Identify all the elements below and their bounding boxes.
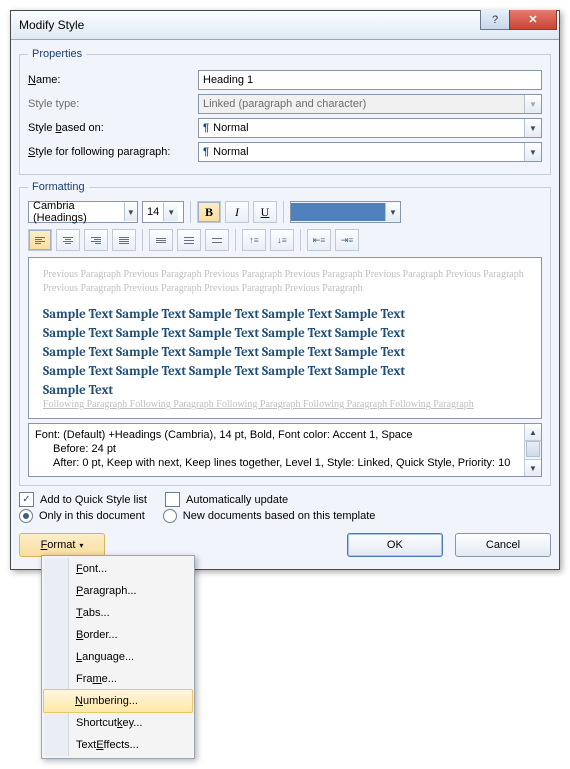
scroll-thumb[interactable] — [526, 441, 540, 457]
scroll-up-icon[interactable]: ▲ — [525, 424, 541, 441]
line-spacing-1-button[interactable] — [149, 229, 173, 251]
ok-button[interactable]: OK — [347, 533, 443, 557]
titlebar: Modify Style ? ✕ — [11, 11, 559, 40]
line-spacing-15-button[interactable] — [177, 229, 201, 251]
font-size-value: 14 — [143, 206, 163, 218]
based-on-combo[interactable]: ¶ Normal ▼ — [198, 118, 542, 138]
space-before-inc-button[interactable]: ↑≡ — [242, 229, 266, 251]
auto-update-checkbox[interactable] — [165, 492, 180, 507]
titlebar-buttons: ? ✕ — [481, 10, 557, 30]
font-name-combo[interactable]: Cambria (Headings) ▼ — [28, 201, 138, 223]
name-label: Name: — [28, 74, 198, 86]
preview-sample-line: Sample Text Sample Text Sample Text Samp… — [43, 325, 527, 342]
preview-previous-text: Previous Paragraph Previous Paragraph Pr… — [43, 268, 527, 296]
chevron-down-icon[interactable]: ▼ — [524, 119, 541, 137]
scrollbar[interactable]: ▲ ▼ — [524, 424, 541, 476]
chevron-down-icon[interactable]: ▼ — [385, 203, 400, 221]
space-before-dec-button[interactable]: ↓≡ — [270, 229, 294, 251]
font-size-combo[interactable]: 14 ▼ — [142, 201, 184, 223]
separator — [190, 201, 191, 223]
format-button-label: Format — [41, 539, 76, 551]
description-line: Before: 24 pt — [35, 442, 518, 456]
separator — [283, 201, 284, 223]
pilcrow-icon: ¶ — [203, 146, 209, 158]
preview-sample-line: Sample Text — [43, 382, 527, 399]
align-center-button[interactable] — [56, 229, 80, 251]
align-justify-button[interactable] — [112, 229, 136, 251]
menu-item-frame[interactable]: Frame... — [44, 668, 192, 690]
chevron-down-icon[interactable]: ▼ — [163, 203, 178, 221]
menu-item-border[interactable]: Border... — [44, 624, 192, 646]
separator — [235, 229, 236, 251]
name-input[interactable] — [198, 70, 542, 90]
align-right-button[interactable] — [84, 229, 108, 251]
decrease-indent-button[interactable]: ⇤≡ — [307, 229, 331, 251]
font-color-combo[interactable]: ▼ — [290, 201, 401, 223]
preview-sample-line: Sample Text Sample Text Sample Text Samp… — [43, 363, 527, 380]
increase-indent-button[interactable]: ⇥≡ — [335, 229, 359, 251]
new-documents-radio[interactable] — [163, 509, 177, 523]
description-line: After: 0 pt, Keep with next, Keep lines … — [35, 456, 518, 470]
menu-item-language[interactable]: Language... — [44, 646, 192, 668]
scroll-down-icon[interactable]: ▼ — [525, 459, 541, 476]
menu-item-font[interactable]: Font... — [44, 558, 192, 580]
help-button[interactable]: ? — [480, 10, 510, 30]
line-spacing-2-button[interactable] — [205, 229, 229, 251]
cancel-button[interactable]: Cancel — [455, 533, 551, 557]
close-button[interactable]: ✕ — [509, 10, 557, 30]
menu-item-text-effects[interactable]: Text Effects... — [44, 734, 192, 756]
modify-style-dialog: Modify Style ? ✕ Properties Name: Style … — [10, 10, 560, 570]
properties-legend: Properties — [28, 48, 86, 60]
properties-group: Properties Name: Style type: Linked (par… — [19, 48, 551, 175]
description-line: Font: (Default) +Headings (Cambria), 14 … — [35, 428, 518, 442]
preview-pane: Previous Paragraph Previous Paragraph Pr… — [28, 257, 542, 419]
auto-update-label: Automatically update — [186, 494, 288, 506]
chevron-down-icon[interactable]: ▼ — [524, 143, 541, 161]
pilcrow-icon: ¶ — [203, 122, 209, 134]
format-menu: Font... Paragraph... Tabs... Border... L… — [41, 555, 195, 759]
align-left-button[interactable] — [28, 229, 52, 251]
font-name-value: Cambria (Headings) — [29, 200, 124, 224]
underline-button[interactable]: U — [253, 201, 277, 223]
style-type-label: Style type: — [28, 98, 198, 110]
following-combo[interactable]: ¶ Normal ▼ — [198, 142, 542, 162]
chevron-down-icon: ▼ — [524, 95, 541, 113]
only-this-document-radio[interactable] — [19, 509, 33, 523]
following-label: Style for following paragraph: — [28, 146, 198, 158]
new-documents-label: New documents based on this template — [183, 510, 376, 522]
format-button[interactable]: Format▾ — [19, 533, 105, 557]
menu-item-numbering[interactable]: Numbering... — [43, 689, 193, 713]
add-quick-style-checkbox[interactable]: ✓ — [19, 492, 34, 507]
dialog-client: Properties Name: Style type: Linked (par… — [11, 40, 559, 569]
preview-sample-line: Sample Text Sample Text Sample Text Samp… — [43, 306, 527, 323]
separator — [300, 229, 301, 251]
based-on-value: Normal — [213, 122, 248, 134]
style-type-value: Linked (paragraph and character) — [199, 98, 524, 110]
italic-button[interactable]: I — [225, 201, 249, 223]
preview-following-text: Following Paragraph Following Paragraph … — [43, 399, 527, 410]
formatting-legend: Formatting — [28, 181, 89, 193]
based-on-label: Style based on: — [28, 122, 198, 134]
only-this-document-label: Only in this document — [39, 510, 145, 522]
following-value: Normal — [213, 146, 248, 158]
scroll-track[interactable] — [525, 441, 541, 459]
formatting-group: Formatting Cambria (Headings) ▼ 14 ▼ B I… — [19, 181, 551, 486]
bold-button[interactable]: B — [197, 201, 221, 223]
window-title: Modify Style — [19, 18, 84, 32]
preview-sample-line: Sample Text Sample Text Sample Text Samp… — [43, 344, 527, 361]
menu-item-tabs[interactable]: Tabs... — [44, 602, 192, 624]
color-swatch — [291, 203, 385, 221]
menu-item-paragraph[interactable]: Paragraph... — [44, 580, 192, 602]
separator — [142, 229, 143, 251]
menu-item-shortcut-key[interactable]: Shortcut key... — [44, 712, 192, 734]
style-type-combo: Linked (paragraph and character) ▼ — [198, 94, 542, 114]
style-description: Font: (Default) +Headings (Cambria), 14 … — [28, 423, 542, 477]
chevron-down-icon[interactable]: ▼ — [124, 203, 137, 221]
add-quick-style-label: Add to Quick Style list — [40, 494, 147, 506]
